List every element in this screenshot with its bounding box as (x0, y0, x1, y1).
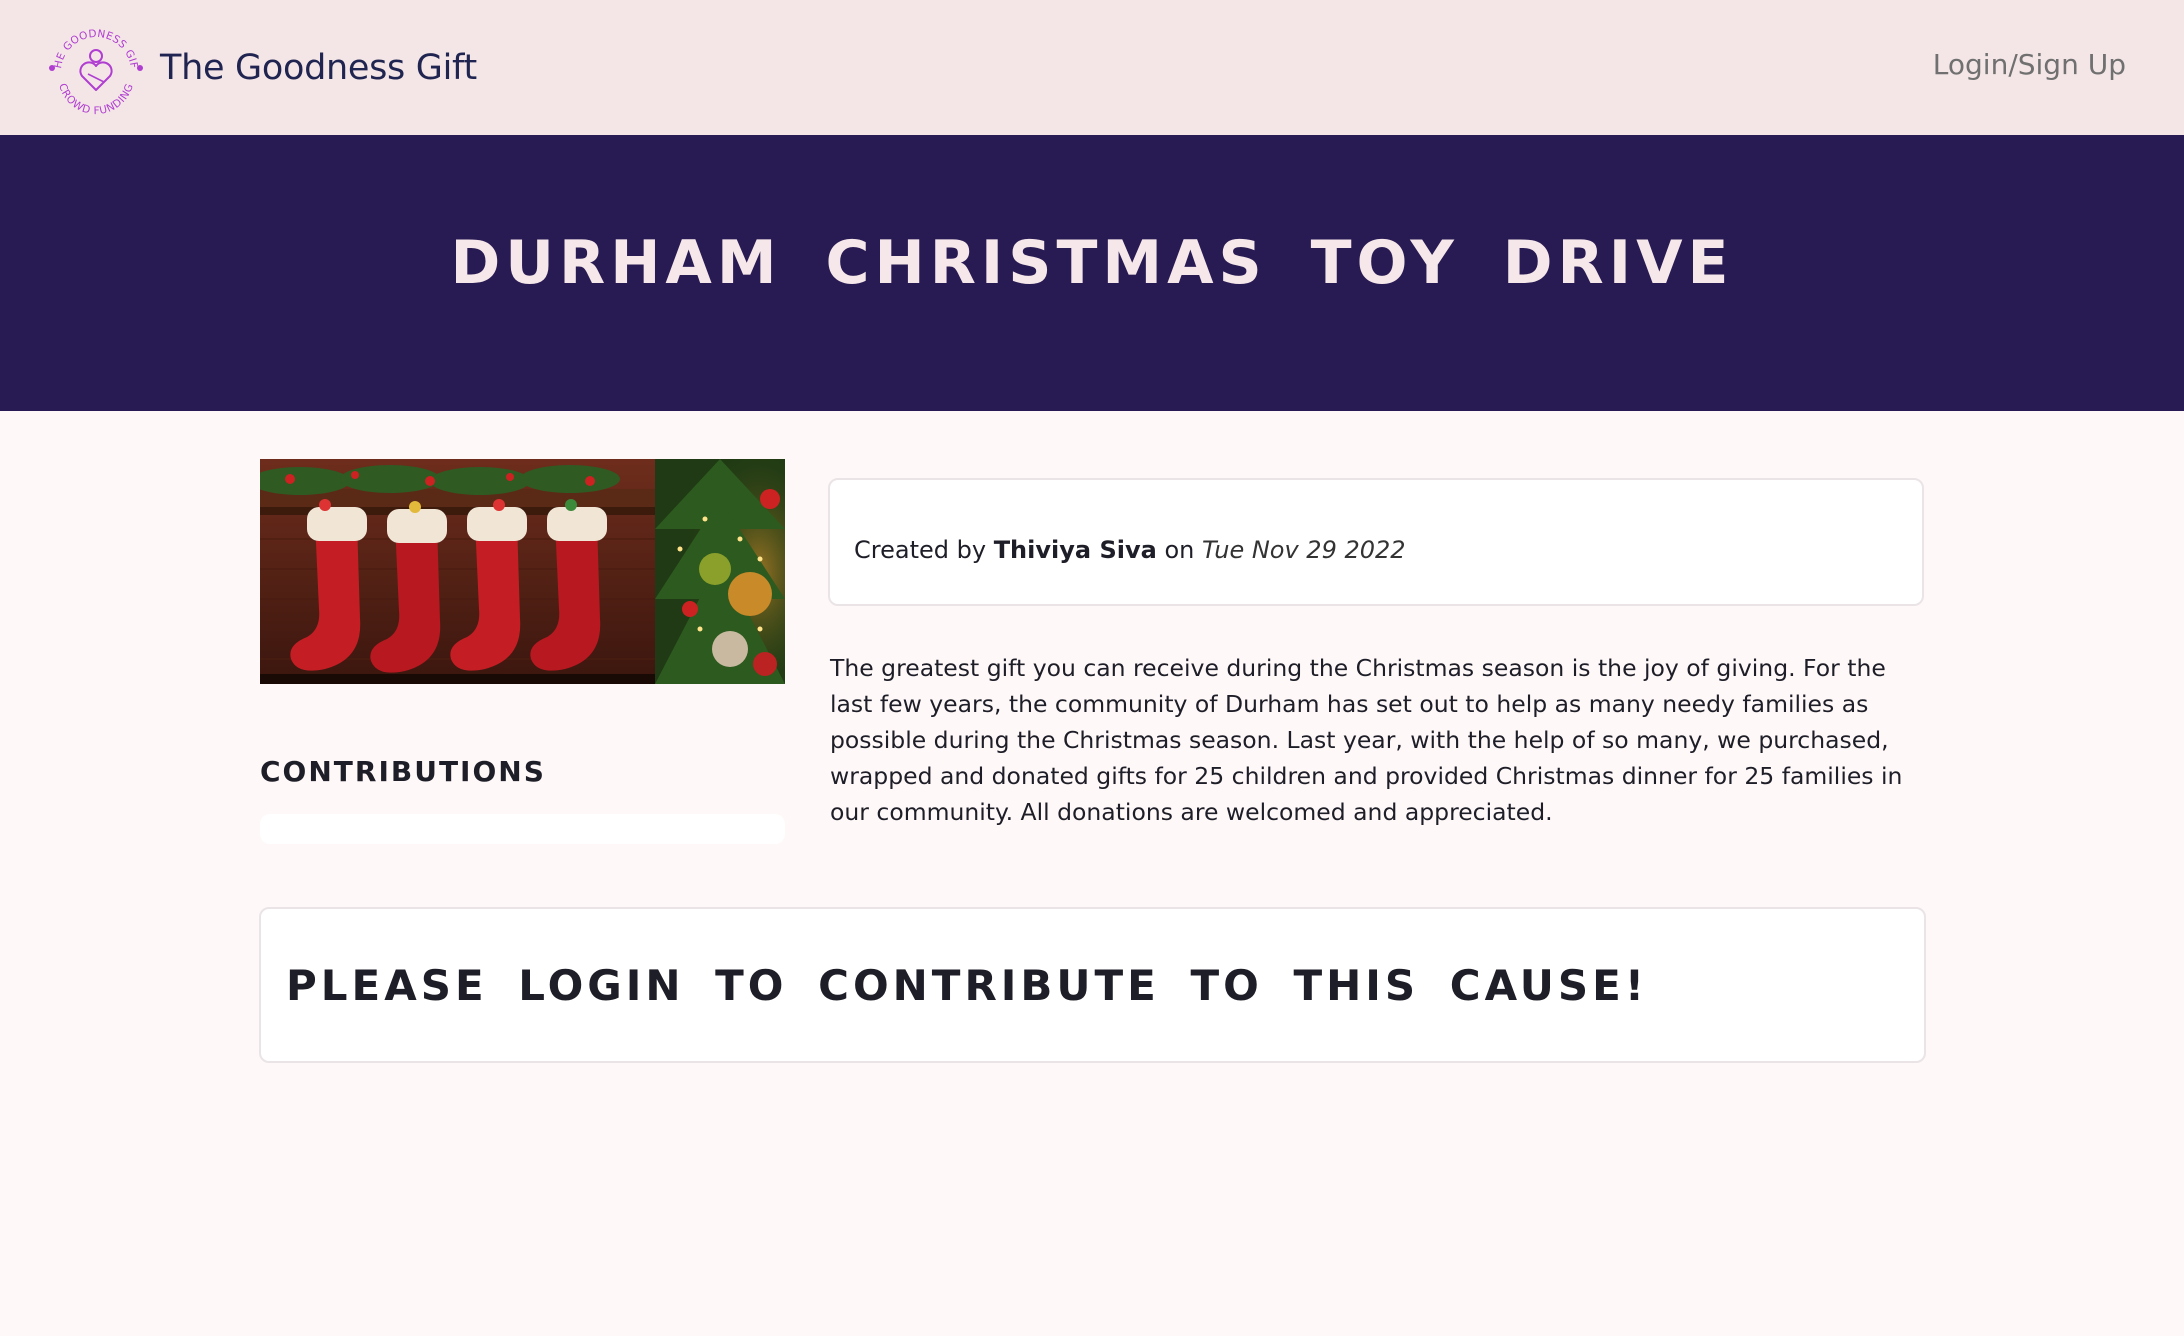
creator-line: Created by Thiviya Siva on Tue Nov 29 20… (854, 536, 1406, 564)
login-prompt-text: PLEASE LOGIN TO CONTRIBUTE TO THIS CAUSE… (286, 961, 1649, 1010)
top-navbar: THE GOODNESS GIFT CROWD FUNDING The Good… (0, 0, 2184, 135)
brand-home-link[interactable]: THE GOODNESS GIFT CROWD FUNDING The Good… (44, 16, 477, 120)
campaign-title: DURHAM CHRISTMAS TOY DRIVE (450, 228, 1734, 298)
campaign-image (260, 459, 785, 684)
created-date: Tue Nov 29 2022 (1201, 536, 1406, 564)
created-by-label: Created by (854, 536, 987, 564)
contributions-list (260, 814, 785, 844)
creator-info-card: Created by Thiviya Siva on Tue Nov 29 20… (828, 478, 1924, 606)
stockings-illustration (260, 459, 785, 684)
campaign-description: The greatest gift you can receive during… (830, 654, 1903, 826)
on-label: on (1164, 536, 1195, 564)
svg-text:CROWD FUNDING: CROWD FUNDING (56, 82, 136, 117)
campaign-hero-banner: DURHAM CHRISTMAS TOY DRIVE (0, 135, 2184, 411)
creator-name: Thiviya Siva (993, 536, 1157, 564)
login-signup-link[interactable]: Login/Sign Up (1933, 48, 2126, 81)
brand-name: The Goodness Gift (160, 48, 477, 88)
goodness-gift-logo: THE GOODNESS GIFT CROWD FUNDING (44, 16, 143, 117)
contributions-heading: CONTRIBUTIONS (260, 755, 546, 788)
login-prompt-card: PLEASE LOGIN TO CONTRIBUTE TO THIS CAUSE… (259, 907, 1926, 1063)
logo-text-bottom: CROWD FUNDING (56, 82, 135, 117)
